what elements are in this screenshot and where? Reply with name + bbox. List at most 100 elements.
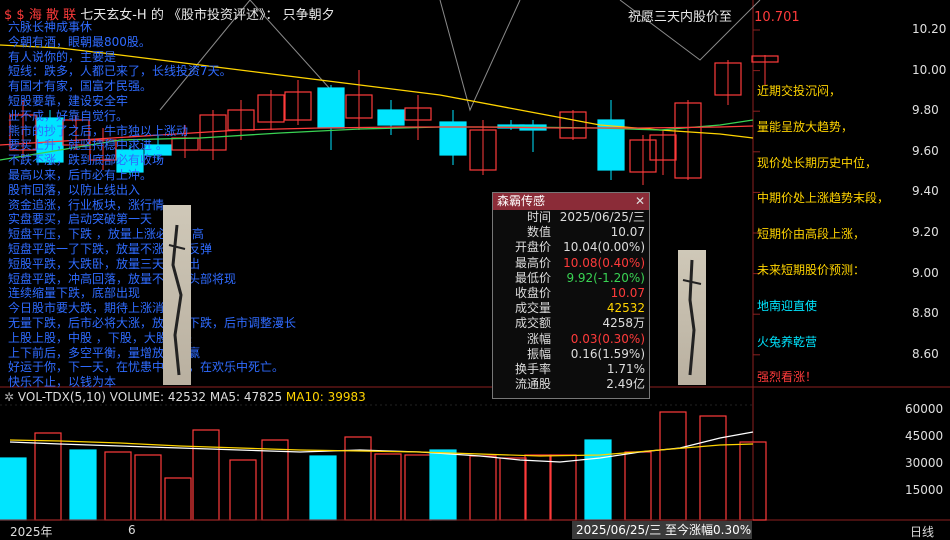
comment-line: 有国才有家，国富才民强。 (8, 79, 153, 94)
popup-row-value: 2.49亿 (606, 377, 645, 392)
popup-row: 开盘价 10.04(0.00%) (493, 240, 649, 255)
vol-value: VOLUME: 42532 (109, 390, 207, 404)
popup-row-key: 振幅 (526, 346, 551, 361)
volume-tick-label: 30000 (905, 456, 944, 470)
info-popup[interactable]: 森霸传感 ✕ 时间 2025/06/25/三 数值 10.07 开盘价 10.04(0.0… (492, 192, 650, 399)
volume-bar (699, 415, 727, 521)
popup-row: 振幅 0.16(1.59%) (493, 347, 649, 362)
price-tick-label: 9.60 (912, 143, 939, 158)
comment-line: 短股要靠，建设安全牢 (8, 93, 129, 108)
vol-ma10: MA10: 39983 (285, 390, 366, 404)
popup-row-value: 10.07 (610, 285, 645, 300)
forecast-note: 近期交投沉闷， (757, 84, 842, 98)
volume-bar (404, 454, 432, 521)
volume-tick-label: 15000 (905, 483, 944, 497)
popup-row-value: 10.04(0.00%) (563, 240, 645, 255)
popup-row-value: 10.07 (610, 225, 645, 240)
volume-bar (499, 457, 527, 521)
volume-tick-label: 45000 (905, 429, 944, 443)
comment-line: 短线：跌多，人都已来了，长线投资7天。 (8, 64, 232, 79)
comment-line: 六脉长神成事休 (8, 20, 93, 34)
popup-row-key: 时间 (526, 210, 551, 224)
forecast-note: 中期价处上涨趋势末段， (757, 191, 890, 206)
comment-line: 最高以来，后市必有上冲。 (8, 167, 153, 182)
vol-ma5-line (9, 431, 754, 463)
popup-row: 最低价 9.92(-1.20%) (493, 271, 649, 286)
gear-icon[interactable]: ✲ (4, 390, 14, 404)
volume-bar (344, 436, 372, 521)
close-icon[interactable]: ✕ (635, 193, 645, 210)
period-label[interactable]: 日线 (910, 523, 934, 540)
price-tick-label: 10.20 (912, 22, 947, 36)
popup-row-value: 10.08(0.40%) (563, 255, 645, 270)
popup-rows: 时间 2025/06/25/三 数值 10.07 开盘价 10.04(0.00%) 最高价 1… (493, 210, 649, 392)
popup-row: 换手率 1.71% (493, 362, 649, 377)
popup-row-value: 0.16(1.59%) (570, 346, 645, 361)
volume-bar (192, 429, 220, 521)
popup-row: 最高价 10.08(0.40%) (493, 256, 649, 271)
forecast-note: 量能呈放大趋势， (757, 119, 854, 134)
popup-row-key: 最低价 (514, 270, 551, 285)
comment-line: 今朝有酒，眼朝最800股。 (8, 34, 151, 49)
volume-bar (524, 454, 552, 521)
popup-row-value: 2025/06/25/三 (559, 210, 645, 224)
vol-indicator[interactable]: VOL-TDX(5,10) (18, 390, 106, 404)
popup-row: 涨幅 0.03(0.30%) (493, 332, 649, 347)
volume-bar (624, 451, 652, 521)
volume-bar (69, 449, 97, 521)
volume-bar (104, 451, 132, 521)
volume-bar (469, 455, 497, 521)
forecast-note: 火兔养乾营 (757, 334, 818, 349)
popup-row-value: 1.71% (606, 361, 645, 376)
popup-title: 森霸传感 (497, 194, 546, 208)
popup-row: 时间 2025/06/25/三 (493, 210, 649, 225)
volume-tick-label: 60000 (905, 402, 944, 416)
price-tick-label: 9.40 (912, 184, 939, 199)
volume-bar (549, 454, 577, 521)
volume-bar (374, 453, 402, 521)
volume-bar (229, 459, 257, 521)
volume-bar (659, 411, 687, 521)
popup-row-key: 换手率 (514, 361, 551, 376)
status-readout: 2025/06/25/三 至今涨幅0.30% (572, 521, 752, 539)
volume-bar (134, 454, 162, 521)
popup-row-value: 9.92(-1.20%) (566, 270, 645, 285)
popup-row-key: 最高价 (514, 255, 551, 270)
popup-title-bar[interactable]: 森霸传感 ✕ (493, 193, 649, 210)
time-month: 6 (128, 523, 136, 537)
comment-line: 熊市的抄了之后，牛市独以上涨动 (8, 123, 189, 138)
price-tick-label: 10.00 (912, 62, 947, 77)
wish-value: 10.701 (754, 10, 800, 25)
comment-line: 不跌不涨，跌到底部必有收场 (8, 153, 165, 168)
volume-bar (34, 432, 62, 521)
calligraphy-image-left (163, 205, 191, 385)
popup-row-key: 数值 (526, 225, 551, 240)
forecast-note: 地南迎直使 (757, 298, 818, 313)
popup-row-key: 涨幅 (526, 331, 551, 346)
popup-row-key: 成交量 (514, 301, 551, 316)
price-tick-label: 9.20 (912, 225, 939, 239)
popup-row-key: 开盘价 (514, 240, 551, 255)
volume-bar (164, 477, 192, 521)
forecast-note: 未来短期股价预测： (757, 263, 866, 277)
popup-row: 成交额 4258万 (493, 316, 649, 331)
price-tick-label: 9.00 (912, 265, 939, 280)
candle-body (377, 109, 405, 126)
popup-row-value: 42532 (606, 301, 645, 316)
popup-row: 收盘价 10.07 (493, 286, 649, 301)
popup-row-key: 收盘价 (514, 285, 551, 300)
popup-row: 流通股 2.49亿 (493, 377, 649, 392)
volume-bars (0, 411, 767, 521)
popup-row-value: 0.03(0.30%) (570, 331, 645, 346)
volume-bar (429, 449, 457, 521)
volume-bar (309, 455, 337, 521)
price-tick-label: 9.80 (912, 103, 939, 118)
wish-target: 祝愿三天内股价至 10.701 (628, 6, 800, 25)
popup-row: 数值 10.07 (493, 225, 649, 240)
forecast-note: 强烈看涨！ (757, 370, 818, 385)
calligraphy-image-right (678, 250, 706, 385)
volume-bar (0, 457, 27, 521)
comment-line: 要买上升，就坚持稳中求进 。 (8, 138, 168, 153)
comment-line: 业不成，好靠自觉行。 (8, 108, 129, 123)
popup-row-key: 流通股 (514, 377, 551, 392)
